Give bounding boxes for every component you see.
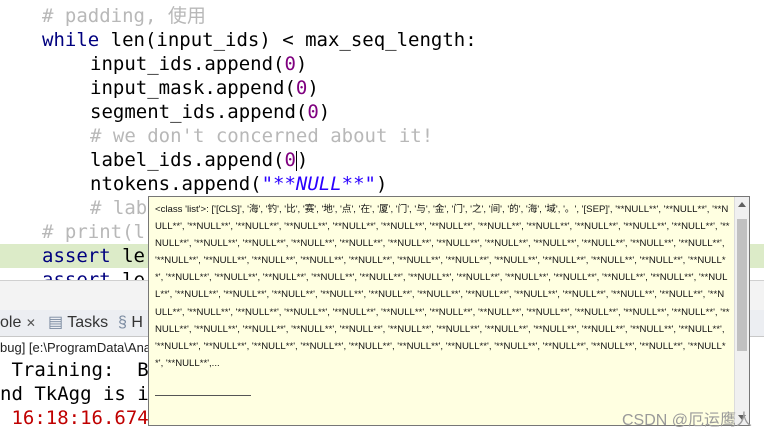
code-line-input-ids: input_ids.append(0) [90,53,308,75]
variable-inspect-tooltip[interactable]: <class 'list'>: ['[CLS]', '海', '钓', '比',… [148,196,750,426]
tooltip-separator [155,395,251,396]
close-icon[interactable]: ✕ [26,316,36,330]
code-line-comment-padding: # padding, 使用 [42,5,206,27]
tab-tasks[interactable]: ▤ Tasks [48,313,108,333]
tooltip-value-text: <class 'list'>: ['[CLS]', '海', '钓', '比',… [155,204,730,369]
scroll-up-arrow-icon[interactable] [738,202,746,207]
code-line-comment-concern: # we don't concerned about it! [90,125,434,147]
tasks-icon: ▤ [48,314,64,331]
console-line-tkagg: nd TkAgg is i [0,383,149,405]
console-line-timestamp: 16:18:16.674 [0,407,149,429]
code-line-segment-ids: segment_ids.append(0) [90,101,331,123]
help-icon: § [118,314,127,331]
code-line-input-mask: input_mask.append(0) [90,77,319,99]
code-line-label-ids: label_ids.append(0) [90,149,309,171]
watermark: CSDN @厄运鹰人 [621,412,752,429]
tab-h[interactable]: § H [118,313,143,333]
code-line-assert-1: assert le [42,245,145,267]
code-line-comment-lab: # lab [90,197,148,219]
code-line-comment-print: # print(l [42,221,145,243]
code-line-ntokens: ntokens.append("**NULL**") [90,173,388,195]
tooltip-scrollbar[interactable] [734,197,749,425]
console-line-training: Training: B [0,359,149,381]
code-line-while: while len(input_ids) < max_seq_length: [42,29,477,51]
code-line-assert-2: assert le [42,269,145,280]
tab-console[interactable]: ole ✕ [0,313,36,333]
scrollbar-thumb[interactable] [737,219,747,351]
